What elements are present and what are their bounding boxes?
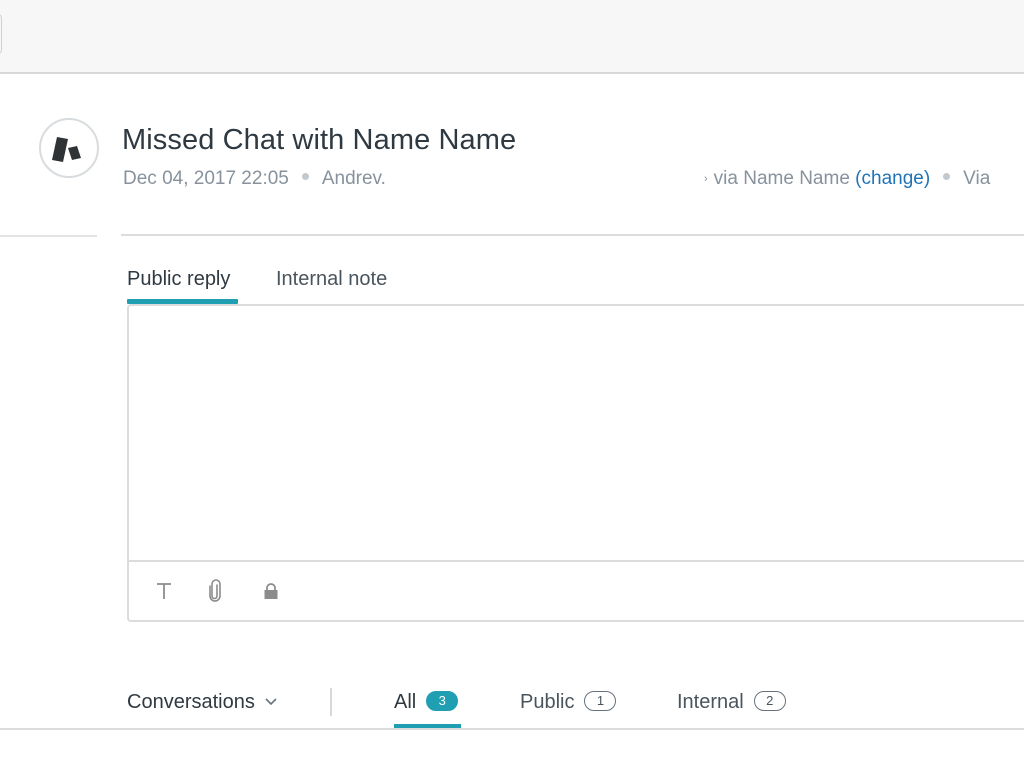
- attach-file-button[interactable]: [203, 578, 227, 604]
- separator-dot: [943, 173, 951, 181]
- text-format-icon: [157, 583, 171, 599]
- count-badge: 1: [584, 690, 617, 711]
- chevron-down-icon: [265, 689, 277, 712]
- conversations-label: Conversations: [127, 691, 255, 713]
- count-badge: 2: [753, 690, 786, 711]
- filter-label: Internal: [677, 691, 744, 713]
- reply-body-input[interactable]: [129, 306, 1024, 560]
- divider: [0, 728, 1024, 730]
- ticket-title: Missed Chat with Name Name: [122, 124, 517, 156]
- text-format-button[interactable]: [152, 578, 176, 604]
- chevron-right-icon: ›: [704, 172, 708, 185]
- ticket-meta: Dec 04, 2017 22:05 Andrev.: [123, 168, 386, 190]
- filter-tab-all[interactable]: All 3: [394, 690, 459, 714]
- tab-internal-note[interactable]: Internal note: [276, 268, 387, 291]
- channel-label: Via: [963, 168, 991, 189]
- ticket-via: › via Name Name (change) Via: [704, 168, 990, 190]
- divider: [121, 234, 1024, 236]
- filter-label: All: [394, 691, 417, 713]
- top-toolbar: [0, 0, 1024, 74]
- editor-toolbar: [129, 560, 1024, 620]
- filter-tab-internal[interactable]: Internal 2: [677, 690, 786, 714]
- via-text: via Name Name: [713, 168, 850, 189]
- ticket-date: Dec 04, 2017 22:05: [123, 168, 289, 189]
- privacy-lock-button[interactable]: [259, 578, 283, 604]
- toolbar-control-edge[interactable]: [0, 14, 2, 54]
- vertical-divider: [330, 688, 332, 716]
- channel-avatar: [39, 118, 99, 178]
- count-badge: 3: [426, 690, 459, 711]
- divider: [0, 235, 97, 237]
- chat-logo-icon: [52, 137, 81, 162]
- filter-tab-public[interactable]: Public 1: [520, 690, 617, 714]
- conversations-dropdown[interactable]: Conversations: [127, 691, 277, 714]
- lock-icon: [264, 583, 278, 599]
- requester-name[interactable]: Andrev.: [322, 168, 386, 189]
- tab-public-reply[interactable]: Public reply: [127, 268, 230, 291]
- change-link[interactable]: (change): [855, 168, 930, 189]
- attachment-icon: [209, 579, 221, 602]
- filter-label: Public: [520, 691, 575, 713]
- separator-dot: [301, 173, 309, 181]
- reply-editor: [127, 304, 1024, 622]
